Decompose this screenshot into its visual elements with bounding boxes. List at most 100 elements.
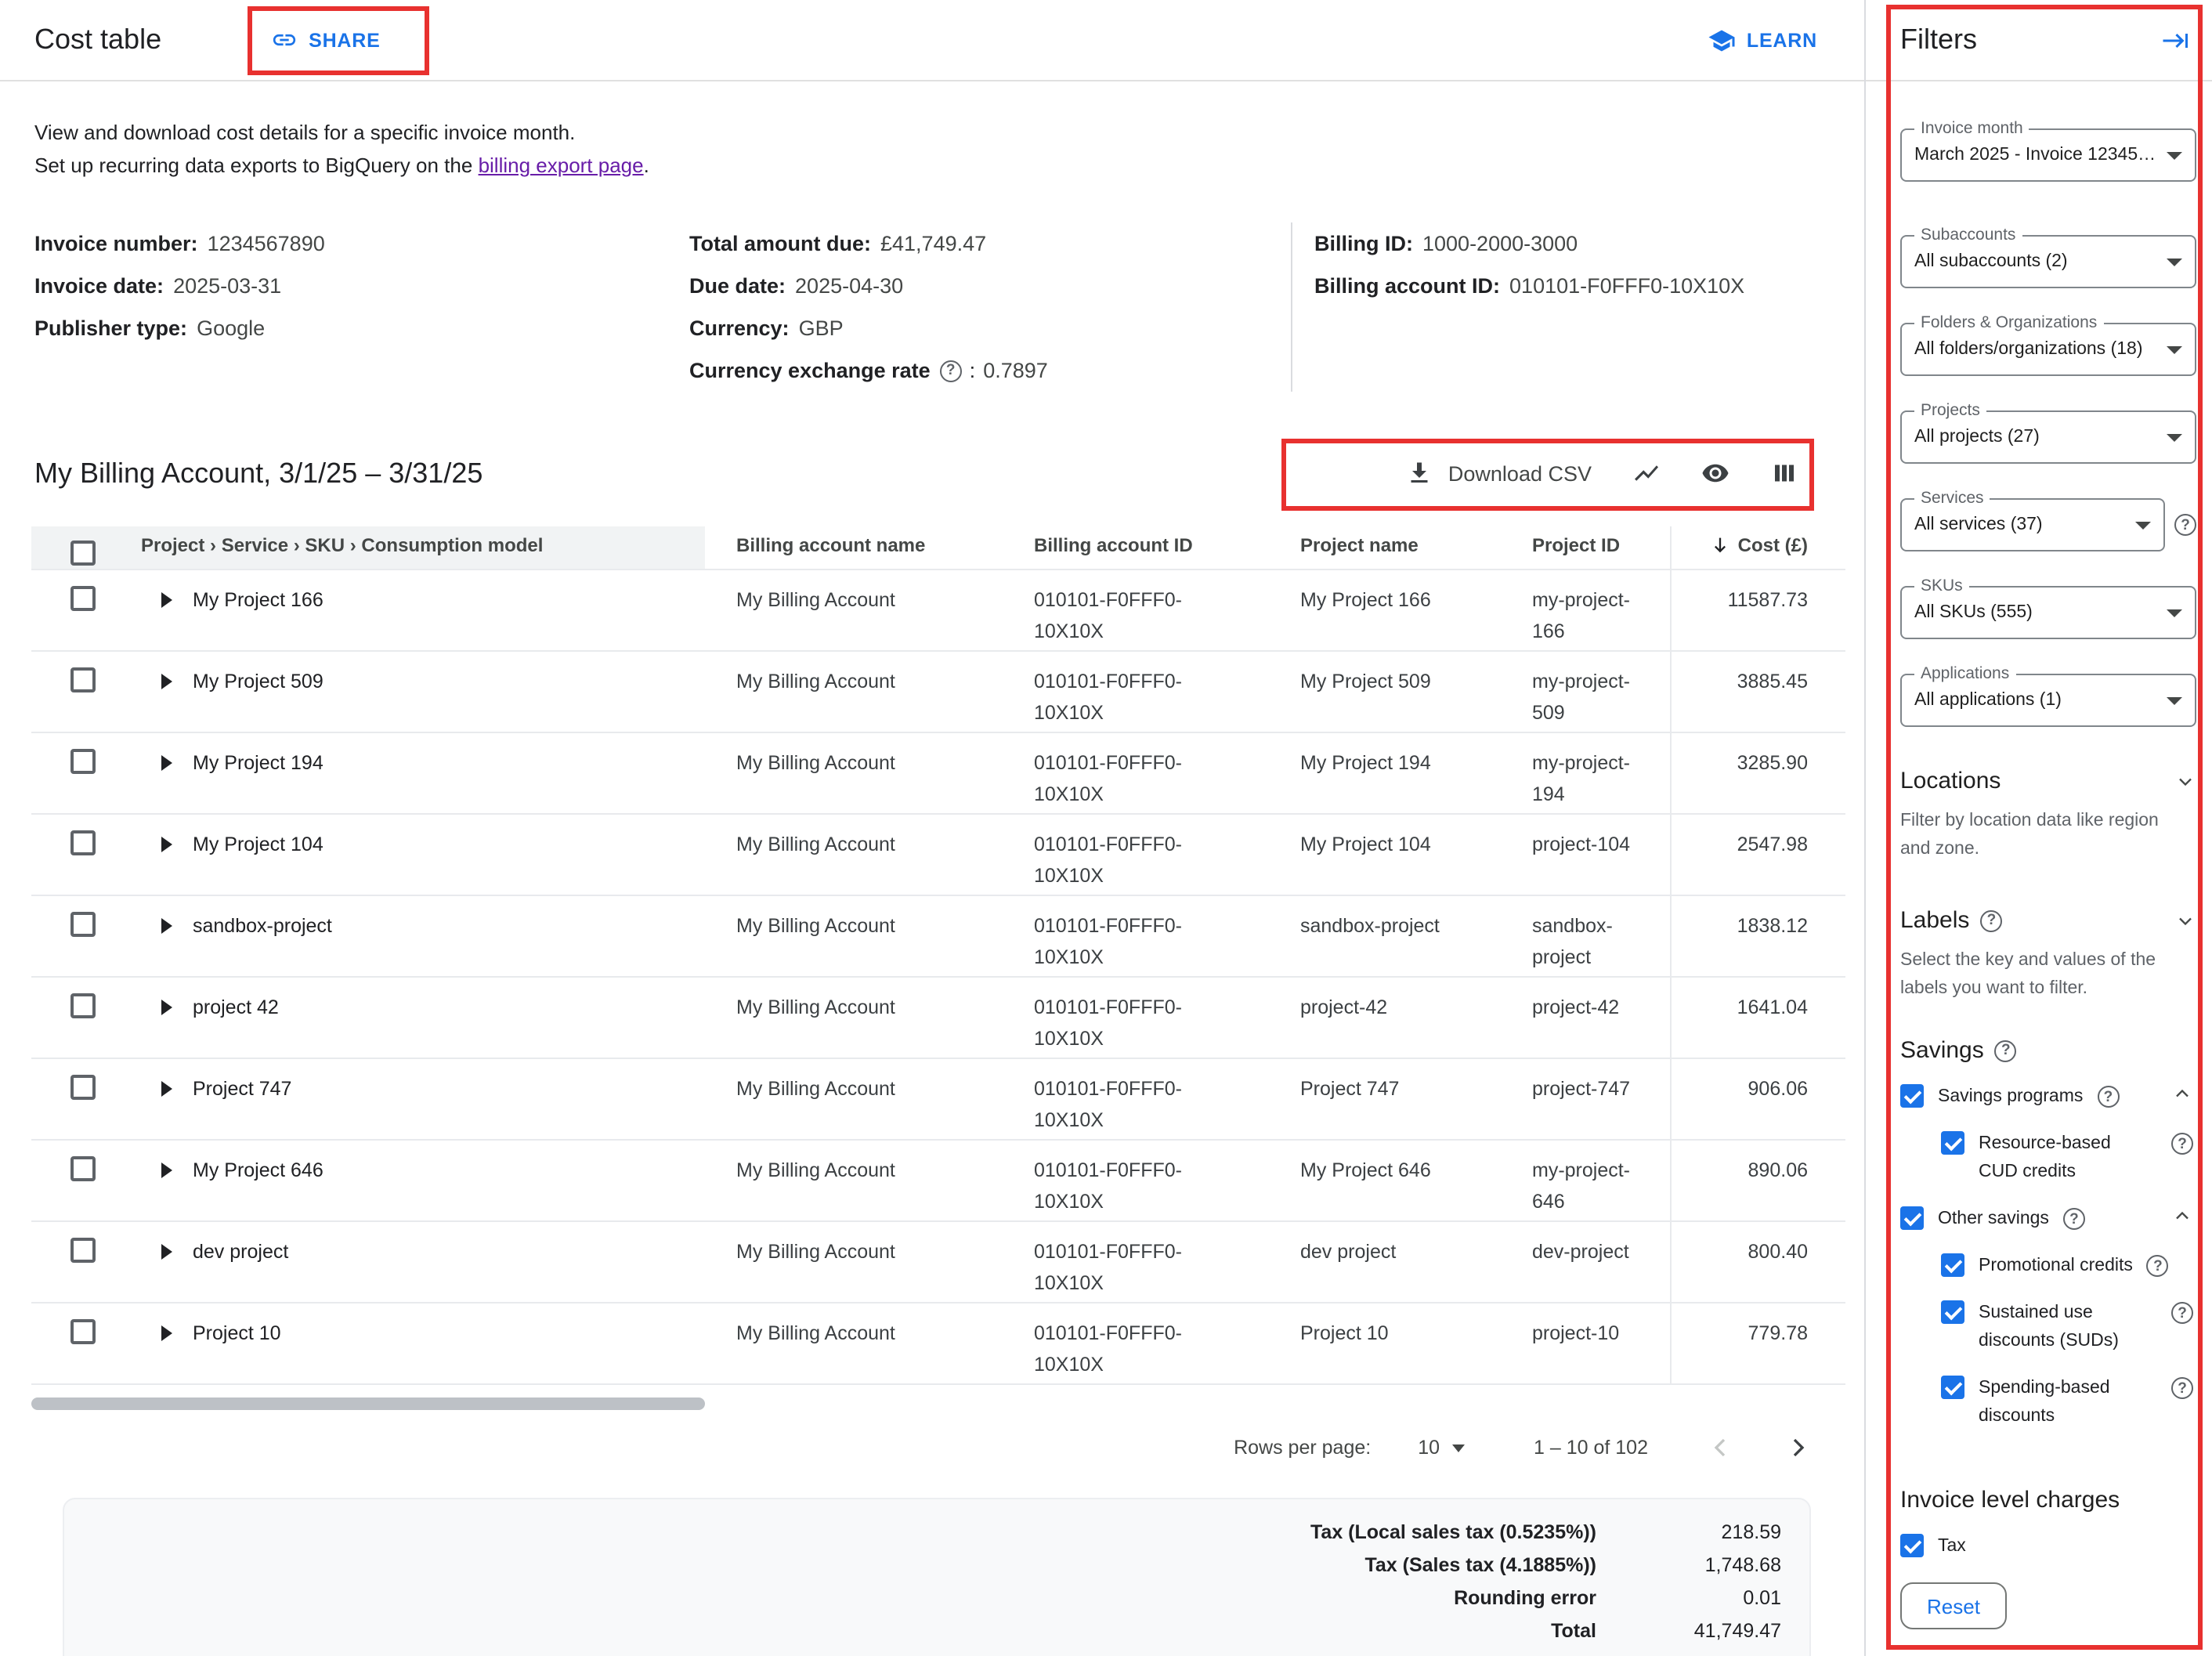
spending-discounts-checkbox[interactable] [1941,1376,1964,1399]
help-icon[interactable] [1995,1040,2017,1061]
expand-row-icon[interactable] [161,1162,172,1178]
intro-line2-prefix: Set up recurring data exports to BigQuer… [34,154,479,177]
invoice-month-select[interactable]: Invoice month March 2025 - Invoice 12345… [1900,128,2196,182]
subaccounts-select[interactable]: Subaccounts All subaccounts (2) [1900,235,2196,288]
rows-per-page-select[interactable]: 10 [1418,1437,1465,1459]
help-icon[interactable] [2147,1255,2169,1277]
collapse-panel-button[interactable] [2162,26,2190,54]
billing-export-link[interactable]: billing export page [479,154,644,177]
dropdown-arrow-icon [2167,151,2182,159]
column-header-cost[interactable]: Cost (£) [1670,526,1845,569]
filter-savings-programs: Savings programs [1900,1083,2196,1111]
reset-button[interactable]: Reset [1900,1582,2007,1629]
visibility-button[interactable] [1701,459,1729,487]
row-checkbox[interactable] [70,667,96,692]
row-checkbox[interactable] [70,586,96,611]
page-title: Cost table [34,24,161,56]
previous-page-button[interactable] [1704,1432,1736,1463]
filters-body: Invoice month March 2025 - Invoice 12345… [1866,81,2212,1656]
help-icon[interactable] [2171,1302,2193,1324]
select-value: All projects (27) [1914,428,2157,447]
expand-row-icon[interactable] [161,1325,172,1341]
expand-row-icon[interactable] [161,755,172,771]
expand-row-icon[interactable] [161,592,172,608]
expand-row-icon[interactable] [161,918,172,934]
locations-section-header[interactable]: Locations [1900,768,2196,794]
row-checkbox[interactable] [70,1075,96,1100]
suds-label: Sustained use discounts (SUDs) [1979,1299,2143,1355]
next-page-button[interactable] [1783,1432,1814,1463]
help-icon[interactable] [1980,909,2002,931]
suds-checkbox[interactable] [1941,1300,1964,1324]
column-header-account-id[interactable]: Billing account ID [1018,526,1285,569]
expand-row-icon[interactable] [161,837,172,852]
chevron-down-icon [2174,770,2196,792]
download-icon [1406,459,1434,487]
select-all-checkbox[interactable] [70,541,96,566]
services-select[interactable]: Services All services (37) [1900,498,2165,551]
due-date-value: 2025-04-30 [795,265,903,307]
summary-label: Tax (Sales tax (4.1885%)) [1364,1549,1596,1582]
row-checkbox[interactable] [70,749,96,774]
summary-label: Tax (Local sales tax (0.5235%)) [1310,1517,1596,1549]
resource-cud-label: Resource-based CUD credits [1979,1130,2143,1186]
column-header-project-id[interactable]: Project ID [1520,526,1670,569]
help-icon[interactable] [2174,514,2196,536]
select-value: All services (37) [1914,515,2126,534]
column-settings-button[interactable] [1770,459,1798,487]
project-id-cell: project-10 [1520,1303,1670,1383]
billing-account-name-cell: My Billing Account [705,570,1018,650]
other-savings-checkbox[interactable] [1900,1206,1924,1230]
select-label: SKUs [1914,577,1969,595]
filters-header: Filters [1866,0,2212,81]
column-header-project-name[interactable]: Project name [1285,526,1520,569]
invoice-number-label: Invoice number: [34,222,198,265]
help-icon[interactable] [940,360,962,381]
help-icon[interactable] [2097,1086,2119,1108]
select-label: Invoice month [1914,119,2029,138]
expand-row-icon[interactable] [161,1244,172,1260]
resource-cud-checkbox[interactable] [1941,1131,1964,1155]
help-icon[interactable] [2171,1377,2193,1399]
skus-select[interactable]: SKUs All SKUs (555) [1900,586,2196,639]
billing-account-id-cell: 010101-F0FFF0-10X10X [1018,978,1285,1058]
chart-view-button[interactable] [1632,459,1661,487]
select-label: Applications [1914,664,2015,683]
applications-select[interactable]: Applications All applications (1) [1900,674,2196,727]
project-name-cell: dev project [1285,1222,1520,1302]
labels-section-header[interactable]: Labels [1900,907,2196,934]
savings-programs-label: Savings programs [1938,1083,2083,1111]
select-value: All subaccounts (2) [1914,252,2157,271]
chevron-up-icon[interactable] [2171,1083,2193,1105]
billing-account-id-cell: 010101-F0FFF0-10X10X [1018,1141,1285,1220]
table-row: Project 10 My Billing Account 010101-F0F… [31,1303,1845,1385]
download-csv-button[interactable]: Download CSV [1406,459,1592,487]
column-header-account-name[interactable]: Billing account name [705,526,1018,569]
expand-row-icon[interactable] [161,674,172,689]
table-row: My Project 646 My Billing Account 010101… [31,1141,1845,1222]
folders-organizations-select[interactable]: Folders & Organizations All folders/orga… [1900,323,2196,376]
filter-other-savings: Other savings [1900,1205,2196,1233]
expand-row-icon[interactable] [161,1000,172,1015]
row-checkbox[interactable] [70,912,96,937]
cost-cell: 2547.98 [1670,815,1845,895]
savings-programs-checkbox[interactable] [1900,1084,1924,1108]
promotional-credits-checkbox[interactable] [1941,1253,1964,1277]
help-icon[interactable] [2171,1133,2193,1155]
row-checkbox[interactable] [70,1156,96,1181]
row-checkbox[interactable] [70,830,96,855]
expand-row-icon[interactable] [161,1081,172,1097]
share-button[interactable]: SHARE [271,27,381,53]
help-icon[interactable] [2063,1208,2085,1230]
horizontal-scrollbar[interactable] [31,1397,705,1410]
projects-select[interactable]: Projects All projects (27) [1900,410,2196,464]
tax-label: Tax [1938,1532,1966,1560]
chevron-up-icon[interactable] [2171,1205,2193,1227]
tax-checkbox[interactable] [1900,1534,1924,1557]
row-checkbox[interactable] [70,993,96,1018]
column-header-project[interactable]: Project › Service › SKU › Consumption mo… [107,526,705,569]
learn-button[interactable]: LEARN [1708,26,1817,54]
select-label: Projects [1914,401,1986,420]
row-checkbox[interactable] [70,1319,96,1344]
row-checkbox[interactable] [70,1238,96,1263]
